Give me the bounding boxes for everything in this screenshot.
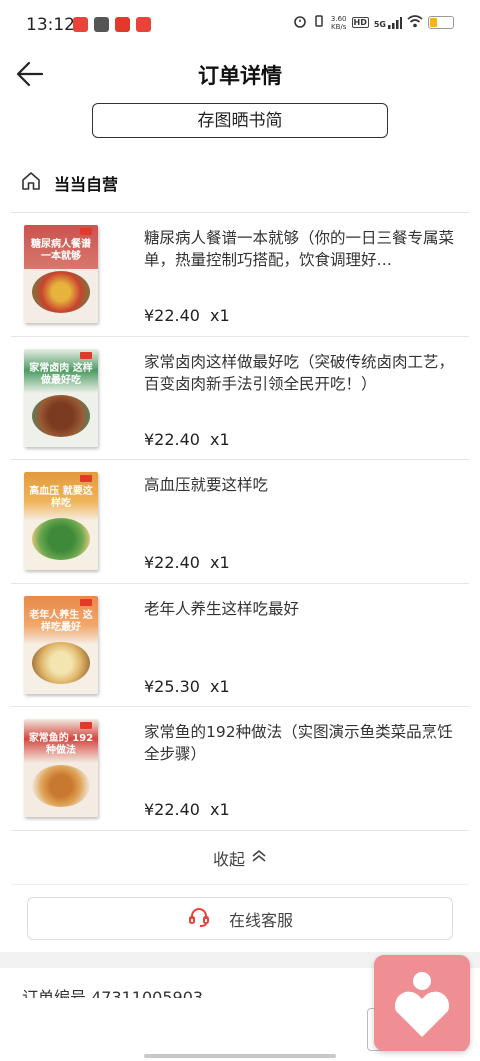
heart-person-icon [374, 972, 470, 1055]
notification-app-icon [136, 17, 151, 32]
chevron-double-up-icon [251, 848, 267, 868]
shop-row[interactable]: 当当自营 [20, 168, 118, 198]
order-number-partial: 订单编号 47311005903 [22, 988, 204, 998]
order-item[interactable]: 老年人养生 这样吃最好 老年人养生这样吃最好 ¥25.30 x1 [11, 582, 469, 707]
item-title: 家常卤肉这样做最好吃（突破传统卤肉工艺，百变卤肉新手法引领全民开吃！） [144, 352, 455, 393]
item-title: 家常鱼的192种做法（实图演示鱼类菜品烹饪全步骤） [144, 723, 453, 763]
item-quantity: x1 [209, 429, 230, 449]
book-cover-title: 老年人养生 这样吃最好 [29, 609, 93, 633]
network-speed: 3.60 KB/s [331, 15, 347, 31]
notification-app-icon [73, 17, 88, 32]
item-quantity: x1 [209, 800, 230, 819]
alarm-icon [293, 14, 307, 31]
item-title: 糖尿病人餐谱一本就够（你的一日三餐专属菜单，热量控制巧搭配，饮食调理好… [144, 229, 455, 269]
book-cover-title: 高血压 就要这样吃 [29, 486, 93, 509]
book-cover-image: 高血压 就要这样吃 [24, 472, 98, 570]
online-service-button[interactable]: 在线客服 [27, 897, 453, 940]
status-time: 13:12 [26, 15, 75, 35]
page-title: 订单详情 [198, 64, 282, 88]
battery-icon [428, 16, 454, 29]
price-value: ¥22.40 [144, 429, 200, 449]
book-cover-title: 糖尿病人餐谱 一本就够 [31, 239, 91, 262]
book-cover-image: 家常鱼的 192种做法 [24, 719, 98, 817]
collapse-label: 收起 [212, 849, 245, 869]
book-cover-image: 家常卤肉 这样做最好吃 [24, 348, 98, 447]
network-speed-value: 3.60 [330, 14, 347, 23]
item-price: ¥22.40 x1 [144, 306, 230, 325]
notification-app-icon [94, 17, 109, 32]
signal-icon: 5G [373, 16, 402, 29]
item-quantity: x1 [209, 306, 230, 325]
network-speed-unit: KB/s [331, 22, 347, 31]
price-value: ¥22.40 [144, 306, 200, 325]
item-price: ¥22.40 x1 [144, 553, 230, 572]
floating-heart-button[interactable] [374, 955, 470, 1051]
online-service-label: 在线客服 [228, 910, 293, 930]
order-item[interactable]: 家常鱼的 192种做法 家常鱼的192种做法（实图演示鱼类菜品烹饪全步骤） ¥2… [11, 706, 469, 830]
item-quantity: x1 [209, 676, 230, 696]
top-bar: 订单详情 [0, 50, 480, 98]
book-cover-image: 老年人养生 这样吃最好 [24, 595, 98, 694]
collapse-button[interactable]: 收起 [11, 830, 469, 885]
book-cover-image: 糖尿病人餐谱 一本就够 [24, 225, 98, 323]
item-price: ¥22.40 x1 [144, 800, 230, 819]
status-indicators: 3.60 KB/s HD 5G [293, 14, 454, 31]
book-cover-title: 家常卤肉 这样做最好吃 [29, 362, 93, 386]
headset-icon [187, 905, 211, 933]
item-price: ¥22.40 x1 [144, 430, 230, 449]
price-value: ¥22.40 [144, 800, 200, 819]
status-app-icons [73, 17, 151, 32]
order-item-list: 糖尿病人餐谱 一本就够 糖尿病人餐谱一本就够（你的一日三餐专属菜单，热量控制巧搭… [0, 212, 480, 830]
book-cover-title: 家常鱼的 192种做法 [28, 733, 94, 756]
item-title: 高血压就要这样吃 [144, 476, 269, 494]
item-title: 老年人养生这样吃最好 [144, 599, 300, 618]
signal-label: 5G [373, 19, 386, 29]
item-quantity: x1 [209, 553, 230, 572]
order-item[interactable]: 糖尿病人餐谱 一本就够 糖尿病人餐谱一本就够（你的一日三餐专属菜单，热量控制巧搭… [11, 212, 469, 336]
item-price: ¥25.30 x1 [144, 677, 230, 696]
vibrate-icon [312, 14, 326, 31]
price-value: ¥22.40 [144, 553, 200, 572]
status-bar: 13:12 3.60 KB/s HD 5G [0, 0, 480, 50]
hd-badge: HD [351, 17, 369, 28]
order-item[interactable]: 高血压 就要这样吃 高血压就要这样吃 ¥22.40 x1 [11, 459, 469, 583]
shop-name: 当当自营 [54, 175, 119, 194]
home-icon [20, 170, 42, 196]
save-image-button[interactable]: 存图晒书简 [92, 103, 388, 138]
price-value: ¥25.30 [144, 676, 200, 696]
order-item[interactable]: 家常卤肉 这样做最好吃 家常卤肉这样做最好吃（突破传统卤肉工艺，百变卤肉新手法引… [11, 335, 469, 460]
home-indicator[interactable] [144, 1054, 336, 1058]
wifi-icon [407, 14, 423, 31]
notification-app-icon [115, 17, 130, 32]
